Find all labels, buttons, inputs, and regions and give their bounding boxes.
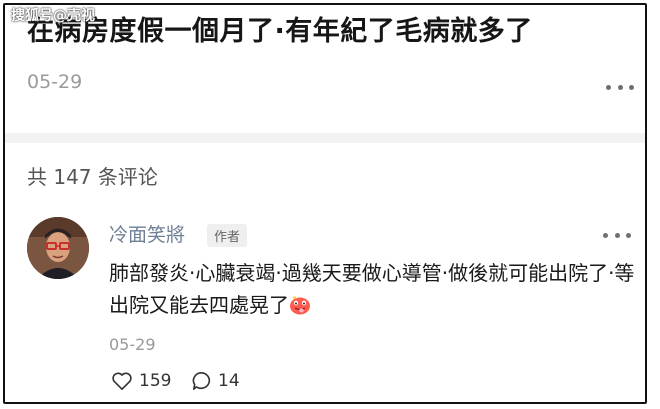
comment-date: 05-29 <box>109 335 156 354</box>
dot-icon <box>606 84 611 90</box>
section-divider <box>5 133 645 143</box>
comment-bubble-icon <box>192 372 211 390</box>
post-title: 在病房度假一個月了·有年紀了毛病就多了 <box>27 16 533 47</box>
author-badge: 作者 <box>207 224 248 247</box>
dot-icon <box>629 84 634 90</box>
reply-button[interactable]: 14 <box>191 371 240 391</box>
dot-icon <box>617 84 623 90</box>
tongue-out-emoji-icon <box>290 296 310 315</box>
post-date: 05-29 <box>27 71 83 93</box>
heart-icon <box>112 372 132 390</box>
dot-icon <box>614 232 620 238</box>
comment-count: 共 147 条评论 <box>27 165 158 189</box>
comment-body: 肺部發炎·心臟衰竭·過幾天要做心導管·做後就可能出院了·等出院又能去四處晃了 <box>109 257 639 321</box>
post-more-button[interactable] <box>606 81 634 93</box>
dot-icon <box>603 232 608 238</box>
watermark: 搜狐号@壳视 <box>11 8 95 24</box>
comment-more-button[interactable] <box>603 229 631 241</box>
post-detail-card: 在病房度假一個月了·有年紀了毛病就多了 05-29 共 147 条评论 冷面笑將… <box>3 3 647 404</box>
avatar-image <box>27 217 89 279</box>
like-button[interactable]: 159 <box>111 371 171 391</box>
comment-text: 肺部發炎·心臟衰竭·過幾天要做心導管·做後就可能出院了·等出院又能去四處晃了 <box>109 261 635 317</box>
avatar[interactable] <box>27 217 89 279</box>
reply-count: 14 <box>218 371 240 391</box>
comment-author[interactable]: 冷面笑將 <box>109 220 185 247</box>
dot-icon <box>626 232 631 238</box>
like-count: 159 <box>139 371 172 391</box>
